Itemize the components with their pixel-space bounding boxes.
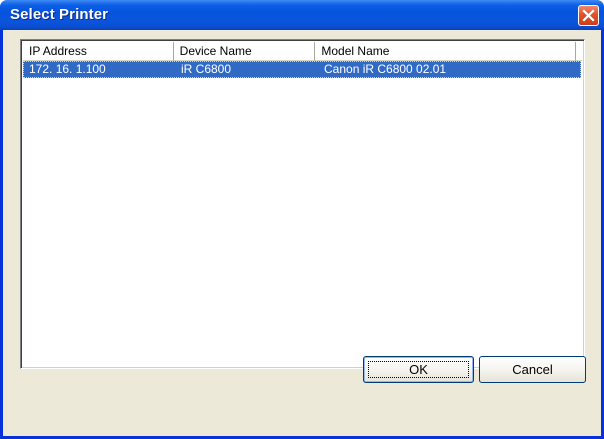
model-name-cell: Canon iR C6800 02.01: [324, 62, 447, 76]
printer-row[interactable]: 172. 16. 1.100 iR C6800 Canon iR C6800 0…: [23, 61, 581, 78]
device-name-cell: iR C6800: [181, 62, 232, 76]
close-icon: [582, 9, 595, 22]
window-title: Select Printer: [10, 6, 109, 23]
ok-button[interactable]: OK: [363, 356, 474, 383]
ip-address-cell: 172. 16. 1.100: [29, 62, 106, 76]
column-header-ip-address[interactable]: IP Address: [23, 42, 174, 61]
column-header-filler: [576, 42, 582, 61]
title-bar[interactable]: Select Printer: [0, 0, 604, 30]
list-body: 172. 16. 1.100 iR C6800 Canon iR C6800 0…: [23, 61, 582, 366]
close-button[interactable]: [578, 5, 599, 26]
focus-rectangle: [368, 361, 469, 378]
select-printer-dialog: Select Printer IP Address Device Name Mo…: [0, 0, 604, 439]
column-header-model-name[interactable]: Model Name: [315, 42, 576, 61]
cancel-button[interactable]: Cancel: [479, 356, 586, 383]
printer-list[interactable]: IP Address Device Name Model Name 172. 1…: [20, 39, 585, 369]
list-header: IP Address Device Name Model Name: [23, 42, 582, 61]
column-header-device-name[interactable]: Device Name: [173, 42, 316, 61]
cancel-button-label: Cancel: [512, 362, 553, 377]
